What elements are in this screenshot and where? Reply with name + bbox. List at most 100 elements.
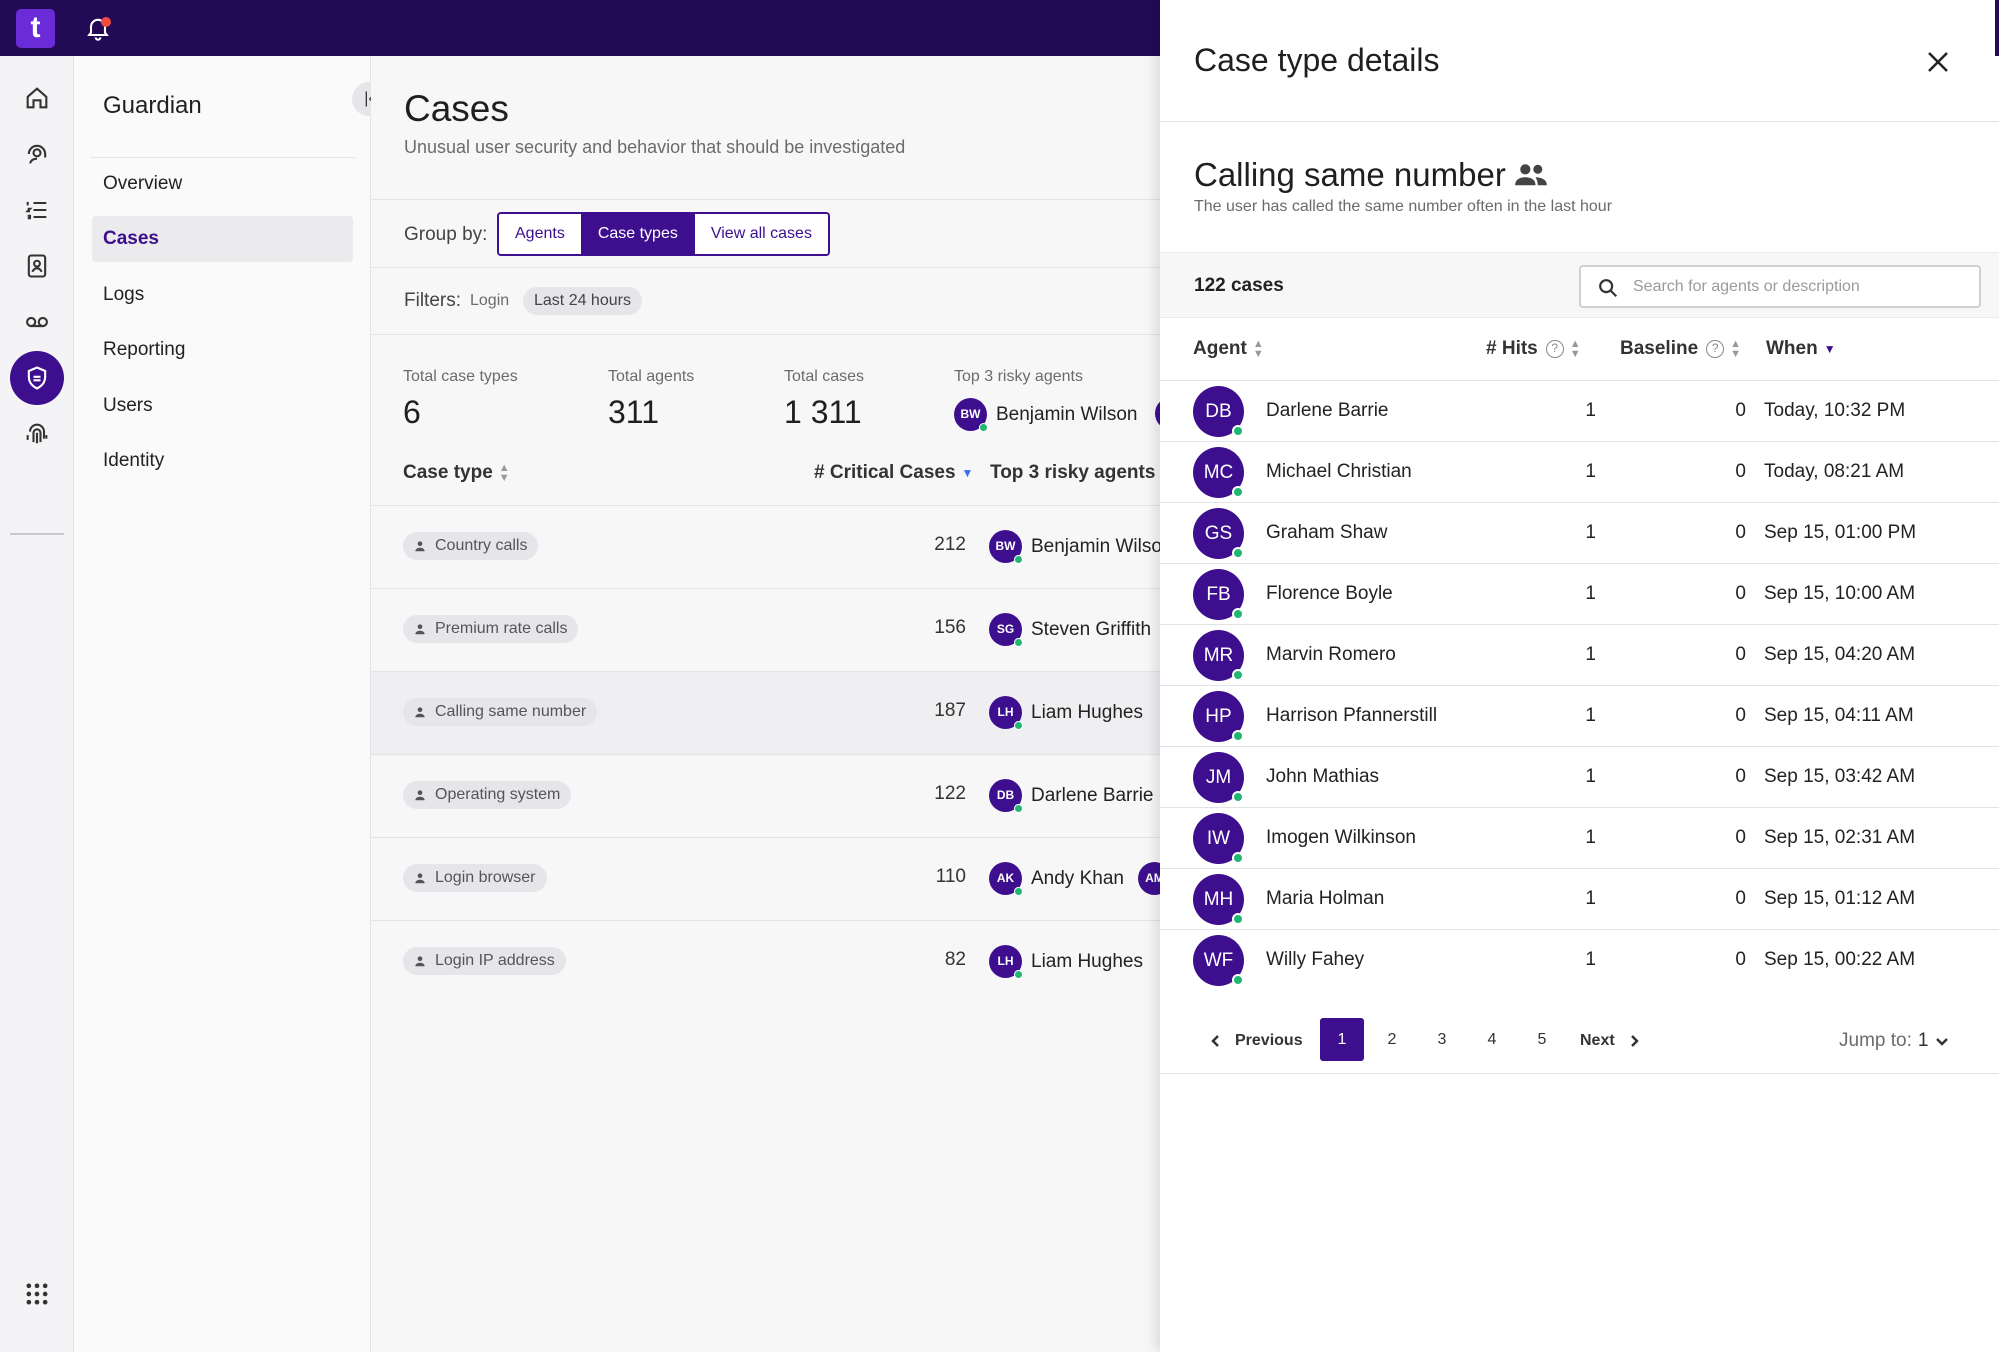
icon-rail xyxy=(0,56,74,1352)
column-header-case-type[interactable]: Case type ▲ ▼ xyxy=(403,462,510,484)
agent-name[interactable]: Maria Holman xyxy=(1266,888,1384,910)
table-row[interactable]: Login IP address 82 LH Liam Hughes xyxy=(371,920,1161,1003)
page-button-3[interactable]: 3 xyxy=(1420,1018,1464,1061)
main-content: Cases Unusual user security and behavior… xyxy=(371,56,1161,1352)
group-by-all-cases-button[interactable]: View all cases xyxy=(693,214,828,254)
when-value: Sep 15, 01:12 AM xyxy=(1764,888,1916,909)
sidebar-item-cases[interactable]: Cases xyxy=(92,216,353,262)
sidebar-item-users[interactable]: Users xyxy=(92,383,353,429)
page-button-5[interactable]: 5 xyxy=(1520,1018,1564,1061)
hits-value: 1 xyxy=(1585,644,1596,665)
risky-agent[interactable]: DB Darlene Barrie xyxy=(989,779,1154,813)
cases-toolbar: 122 cases xyxy=(1160,252,1999,318)
voicemail-icon[interactable] xyxy=(17,302,57,342)
stat-value: 1 311 xyxy=(784,394,862,430)
when-value: Sep 15, 04:20 AM xyxy=(1764,644,1916,665)
search-input[interactable] xyxy=(1633,275,1963,299)
sort-icon: ▲ ▼ xyxy=(1252,338,1264,360)
table-row[interactable]: FB Florence Boyle 1 0 Sep 15, 10:00 AM xyxy=(1160,564,1999,625)
sort-icon: ▲ ▼ xyxy=(498,461,510,484)
risky-agent[interactable]: LH Liam Hughes xyxy=(989,945,1143,979)
table-row[interactable]: WF Willy Fahey 1 0 Sep 15, 00:22 AM xyxy=(1160,930,1999,991)
stat-value: 6 xyxy=(403,394,421,430)
page-subtitle: Unusual user security and behavior that … xyxy=(404,137,906,157)
group-by-case-types-button[interactable]: Case types xyxy=(580,214,694,254)
when-value: Sep 15, 03:42 AM xyxy=(1764,766,1916,787)
shield-icon[interactable] xyxy=(10,351,64,405)
apps-grid-icon[interactable] xyxy=(17,1274,57,1314)
risky-agent[interactable]: SG Steven Griffith xyxy=(989,613,1151,647)
table-row[interactable]: Country calls 212 BW Benjamin Wilson xyxy=(371,505,1161,588)
panel-title: Case type details xyxy=(1194,42,1440,78)
column-header-baseline[interactable]: Baseline? ▲ ▼ xyxy=(1620,338,1741,360)
risky-agent[interactable]: AK Andy Khan AM xyxy=(989,862,1161,896)
risky-agent[interactable]: BW Benjamin Wilson xyxy=(954,398,1138,432)
table-row[interactable]: MH Maria Holman 1 0 Sep 15, 01:12 AM xyxy=(1160,869,1999,930)
app-logo[interactable]: t xyxy=(16,9,55,48)
risky-agent[interactable]: BW Benjamin Wilson xyxy=(989,530,1161,564)
column-header-risky-agents: Top 3 risky agents xyxy=(990,462,1156,483)
table-row[interactable]: IW Imogen Wilkinson 1 0 Sep 15, 02:31 AM xyxy=(1160,808,1999,869)
avatar: BW xyxy=(989,530,1023,564)
table-row[interactable]: HP Harrison Pfannerstill 1 0 Sep 15, 04:… xyxy=(1160,686,1999,747)
fingerprint-icon[interactable] xyxy=(17,414,57,454)
notification-dot xyxy=(101,17,111,27)
agent-name[interactable]: Darlene Barrie xyxy=(1266,400,1389,422)
sidebar-item-reporting[interactable]: Reporting xyxy=(92,327,353,373)
column-header-critical-cases[interactable]: # Critical Cases ▼ xyxy=(814,462,973,484)
agent-name[interactable]: Harrison Pfannerstill xyxy=(1266,705,1437,727)
avatar: MH xyxy=(1193,874,1244,925)
case-type-description: The user has called the same number ofte… xyxy=(1194,198,1613,215)
table-row[interactable]: DB Darlene Barrie 1 0 Today, 10:32 PM xyxy=(1160,381,1999,442)
table-row[interactable]: Login browser 110 AK Andy Khan AM xyxy=(371,837,1161,920)
agent-name[interactable]: Florence Boyle xyxy=(1266,583,1393,605)
agent-name[interactable]: John Mathias xyxy=(1266,766,1379,788)
agent-name[interactable]: Graham Shaw xyxy=(1266,522,1387,544)
search-field[interactable] xyxy=(1579,265,1981,308)
sidebar-divider xyxy=(90,157,355,158)
sidebar-item-identity[interactable]: Identity xyxy=(92,438,353,484)
hits-value: 1 xyxy=(1585,888,1596,909)
avatar: GS xyxy=(1193,508,1244,559)
rail-divider xyxy=(10,533,64,535)
agent-name[interactable]: Marvin Romero xyxy=(1266,644,1396,666)
avatar: BW xyxy=(954,398,988,432)
table-row[interactable]: GS Graham Shaw 1 0 Sep 15, 01:00 PM xyxy=(1160,503,1999,564)
page-button-4[interactable]: 4 xyxy=(1470,1018,1514,1061)
table-row[interactable]: Premium rate calls 156 SG Steven Griffith xyxy=(371,588,1161,671)
filter-chip-timerange[interactable]: Last 24 hours xyxy=(523,287,642,315)
sidebar-item-logs[interactable]: Logs xyxy=(92,272,353,318)
column-header-when[interactable]: When ▼ xyxy=(1766,338,1836,360)
close-icon[interactable] xyxy=(1920,44,1956,80)
sidebar-item-overview[interactable]: Overview xyxy=(92,161,353,207)
column-header-hits[interactable]: # Hits? ▲ ▼ xyxy=(1486,338,1581,360)
page-button-2[interactable]: 2 xyxy=(1370,1018,1414,1061)
contacts-icon[interactable] xyxy=(17,246,57,286)
table-row[interactable]: MR Marvin Romero 1 0 Sep 15, 04:20 AM xyxy=(1160,625,1999,686)
list-icon[interactable] xyxy=(17,190,57,230)
next-page-button[interactable]: Next xyxy=(1580,1032,1641,1050)
agent-name[interactable]: Imogen Wilkinson xyxy=(1266,827,1416,849)
divider xyxy=(371,267,1161,268)
table-row[interactable]: Calling same number 187 LH Liam Hughes xyxy=(371,671,1161,754)
table-row[interactable]: MC Michael Christian 1 0 Today, 08:21 AM xyxy=(1160,442,1999,503)
sort-icon: ▲ ▼ xyxy=(1569,338,1581,360)
page-button-1[interactable]: 1 xyxy=(1320,1018,1364,1061)
column-header-agent[interactable]: Agent ▲ ▼ xyxy=(1193,338,1264,360)
table-row[interactable]: JM John Mathias 1 0 Sep 15, 03:42 AM xyxy=(1160,747,1999,808)
agent-name[interactable]: Michael Christian xyxy=(1266,461,1412,483)
risky-agent[interactable]: LH Liam Hughes xyxy=(989,696,1143,730)
table-row[interactable]: Operating system 122 DB Darlene Barrie xyxy=(371,754,1161,837)
agent-name[interactable]: Willy Fahey xyxy=(1266,949,1364,971)
group-by-agents-button[interactable]: Agents xyxy=(499,214,581,254)
filter-login[interactable]: Login xyxy=(470,292,509,310)
support-agent-icon[interactable] xyxy=(17,134,57,174)
avatar: DB xyxy=(989,779,1023,813)
page-title: Cases xyxy=(404,88,509,129)
previous-page-button[interactable]: Previous xyxy=(1209,1032,1303,1050)
avatar: WF xyxy=(1193,935,1244,986)
jump-to-select[interactable]: Jump to: 1 xyxy=(1839,1030,1950,1052)
stat-label: Total agents xyxy=(608,368,695,385)
home-icon[interactable] xyxy=(17,78,57,118)
case-type-tag: Calling same number xyxy=(403,698,598,726)
